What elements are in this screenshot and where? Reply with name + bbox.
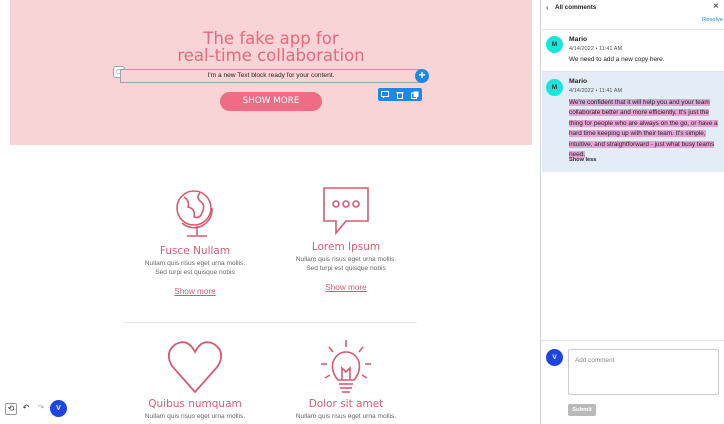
comment-item[interactable]: M Mario 4/14/2022 • 11:41 AM We need to … [542, 29, 724, 71]
globe-icon [176, 190, 213, 237]
feature-card: Dolor sit amet Nullam quis risus eget ur… [266, 338, 426, 422]
show-more-button[interactable]: SHOW MORE [220, 92, 322, 111]
submit-button[interactable]: Submit [568, 404, 596, 416]
comment-text: We need to add a new copy here. [569, 56, 665, 63]
lightbulb-icon [321, 340, 371, 393]
editor-bottom-toolbar: ⟲ ↶ ↷ V [5, 400, 67, 417]
feature-title: Lorem Ipsum [311, 241, 381, 253]
user-avatar[interactable]: V [50, 400, 67, 417]
close-icon[interactable]: × [713, 2, 719, 12]
comment-date: 4/14/2022 • 11:41 AM [569, 88, 623, 94]
page-canvas: The fake app for real-time collaboration… [0, 0, 540, 424]
feature-show-more-link[interactable]: Show more [174, 287, 215, 296]
comment-author: Mario [569, 78, 588, 85]
feature-text: Nullam quis risus eget urna mollis. [295, 413, 397, 420]
feature-text: Nullam quis risus eget urna mollis. Sed t… [295, 256, 397, 272]
feature-card: Lorem Ipsum Nullam quis risus eget urna … [266, 183, 426, 295]
comment-text: We're confident that it will help you an… [569, 99, 718, 159]
comments-panel-header: ‹ All comments × Resolve [541, 0, 724, 28]
duplicate-icon[interactable] [410, 90, 419, 99]
feature-title: Fusce Nullam [159, 245, 231, 257]
feature-card: Quibus numquam Nullam quis risus eget ur… [115, 338, 275, 422]
comments-panel: ‹ All comments × Resolve M Mario 4/14/20… [540, 0, 724, 424]
delete-icon[interactable] [395, 90, 404, 99]
undo-icon[interactable]: ↶ [20, 402, 32, 415]
feature-text: Nullam quis risus eget urna mollis. Sed t… [144, 260, 246, 276]
back-chevron-icon[interactable]: ‹ [546, 3, 549, 12]
avatar: M [546, 79, 563, 96]
feature-text: Nullam quis risus eget urna mollis. [144, 413, 246, 420]
resolve-button[interactable]: Resolve [702, 17, 723, 23]
feature-card: Fusce Nullam Nullam quis risus eget urna… [115, 183, 275, 299]
composer-divider [541, 340, 724, 341]
panel-title: All comments [555, 4, 597, 11]
comment-author: Mario [569, 36, 588, 43]
comment-item[interactable]: M Mario 4/14/2022 • 11:41 AM We're confi… [542, 71, 724, 172]
block-toolbar [378, 88, 422, 101]
hero-title-line2: real-time collaboration [177, 46, 365, 65]
feature-title: Dolor sit amet [308, 398, 384, 410]
history-icon[interactable]: ⟲ [5, 402, 17, 415]
chat-bubble-icon [323, 187, 369, 236]
comment-icon[interactable] [381, 90, 390, 99]
redo-icon[interactable]: ↷ [35, 402, 47, 415]
feature-title: Quibus numquam [148, 398, 242, 410]
avatar: V [546, 349, 563, 366]
section-divider [123, 322, 417, 323]
heart-icon [167, 341, 223, 394]
selected-text-block[interactable]: I'm a new Text block ready for your cont… [120, 69, 422, 83]
show-less-link[interactable]: Show less [569, 157, 596, 163]
avatar: M [546, 36, 563, 53]
add-block-icon[interactable]: + [415, 69, 429, 83]
comment-input[interactable] [568, 349, 719, 395]
comment-date: 4/14/2022 • 11:41 AM [569, 46, 623, 52]
feature-show-more-link[interactable]: Show more [325, 283, 366, 292]
